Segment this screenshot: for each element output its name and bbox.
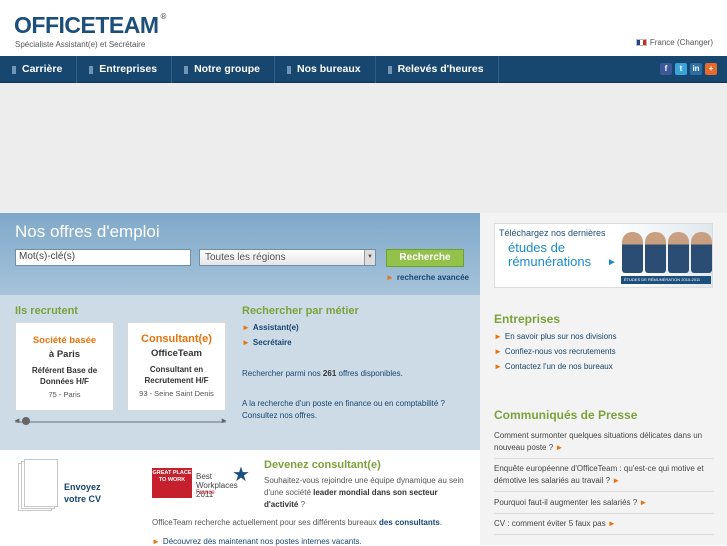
entreprises-title: Entreprises	[494, 312, 561, 326]
gptw-box: GREAT PLACE TO WORK	[152, 468, 192, 498]
nav-item-notre-groupe[interactable]: Notre groupe	[172, 56, 275, 83]
gptw-sub: France	[196, 490, 215, 496]
ad-line1: Téléchargez nos dernières	[499, 228, 606, 238]
share-icon[interactable]: +	[705, 63, 717, 75]
arrow-left-icon[interactable]: ◄	[13, 416, 21, 425]
arrow-right-icon: ►	[386, 273, 394, 282]
chevron-down-icon: ▼	[364, 250, 375, 265]
press-item[interactable]: CV : comment éviter 5 faux pas ►	[494, 518, 714, 535]
card-location: 93 - Seine Saint Denis	[139, 389, 214, 398]
france-flag-icon	[635, 39, 647, 46]
metier-link-secretaire[interactable]: ► Secrétaire	[242, 338, 292, 347]
nav-item-nos-bureaux[interactable]: Nos bureaux	[275, 56, 376, 83]
press-item[interactable]: Pourquoi faut-il augmenter les salariés …	[494, 497, 714, 514]
facebook-icon[interactable]: f	[660, 63, 672, 75]
header: OFFICETEAM ® Spécialiste Assistant(e) et …	[0, 0, 727, 56]
ad-people-photo	[622, 232, 712, 273]
slider-handle[interactable]	[22, 417, 30, 425]
consultant-recruit-text: OfficeTeam recherche actuellement pour s…	[152, 518, 443, 527]
card-job-title: Consultant en Recrutement H/F	[144, 365, 209, 385]
social-links: f t in +	[660, 63, 717, 75]
nav-item-carriere[interactable]: Carrière	[0, 56, 78, 83]
salary-study-ad[interactable]: Téléchargez nos dernières études de rému…	[480, 213, 727, 295]
recruiters-title: Ils recrutent	[15, 305, 78, 317]
ad-banner: Téléchargez nos dernières études de rému…	[494, 223, 713, 288]
country-label: France (Changer)	[649, 38, 713, 47]
card-company-sub: OfficeTeam	[150, 348, 203, 359]
arrow-right-icon[interactable]: ►	[220, 416, 228, 425]
send-cv-link[interactable]: Envoyez votre CV	[64, 481, 101, 505]
job-search-panel: Nos offres d'emploi Mot(s)-clé(s) Toutes…	[0, 213, 480, 295]
offer-count-text[interactable]: Rechercher parmi nos 261 offres disponib…	[242, 368, 403, 380]
dots-icon	[184, 65, 189, 74]
entreprises-link-bureaux[interactable]: ► Contactez l'un de nos bureaux	[494, 362, 613, 371]
twitter-icon[interactable]: t	[675, 63, 687, 75]
advanced-search-link[interactable]: ► recherche avancée	[386, 273, 469, 282]
dots-icon	[12, 65, 16, 74]
consultant-text: Souhaitez-vous rejoindre une équipe dyna…	[264, 476, 464, 509]
linkedin-icon[interactable]: in	[690, 63, 702, 75]
finance-link[interactable]: Consultez nos offres.	[242, 411, 317, 420]
nav-item-entreprises[interactable]: Entreprises	[77, 56, 173, 83]
press-item[interactable]: Comment surmonter quelques situations dé…	[494, 430, 714, 459]
consultant-title: Devenez consultant(e)	[264, 459, 381, 471]
presse-title: Communiqués de Presse	[494, 408, 638, 422]
carousel-slider[interactable]: ◄ ►	[13, 416, 228, 425]
dots-icon	[89, 65, 94, 74]
star-icon: ★	[232, 464, 250, 486]
search-title: Nos offres d'emploi	[15, 222, 160, 241]
country-selector[interactable]: France (Changer)	[635, 38, 713, 47]
press-item[interactable]: Enquête européenne d'OfficeTeam : qu'est…	[494, 463, 714, 492]
main-nav: Carrière Entreprises Notre groupe Nos bu…	[0, 56, 727, 83]
dots-icon	[387, 65, 392, 74]
entreprises-link-recrutements[interactable]: ► Confiez-nous vos recrutements	[494, 347, 616, 356]
entreprises-link-divisions[interactable]: ► En savoir plus sur nos divisions	[494, 332, 617, 341]
card-company: Société basée	[32, 335, 97, 346]
recruiter-card[interactable]: Consultant(e) OfficeTeam Consultant en R…	[127, 322, 226, 411]
card-location: 75 - Paris	[48, 390, 81, 399]
dots-icon	[286, 65, 291, 74]
banner-area	[0, 83, 727, 213]
metier-title: Rechercher par métier	[242, 305, 359, 317]
nav-item-releves-heures[interactable]: Relevés d'heures	[376, 56, 499, 83]
recruiter-card[interactable]: Société basée à Paris Référent Base de D…	[15, 322, 114, 411]
ad-strip: ÉTUDES DE RÉMUNÉRATION 2010-2011	[621, 276, 711, 284]
great-place-to-work-badge: GREAT PLACE TO WORK Best Workplaces 2011…	[152, 464, 252, 500]
officeteam-logo[interactable]: OFFICETEAM ®	[14, 12, 166, 39]
metier-link-assistant[interactable]: ► Assistant(e)	[242, 323, 299, 332]
card-job-title: Référent Base de Données H/F	[31, 366, 98, 386]
play-arrow-icon: ►	[607, 257, 617, 268]
tagline: Spécialiste Assistant(e) et Secrétaire	[15, 40, 146, 49]
card-company-sub: à Paris	[48, 349, 81, 360]
search-button[interactable]: Recherche	[386, 249, 464, 267]
cv-document-icon[interactable]	[18, 459, 58, 514]
ad-line3: rémunérations	[508, 254, 592, 269]
card-company: Consultant(e)	[141, 333, 212, 345]
keyword-input[interactable]: Mot(s)-clé(s)	[15, 249, 191, 266]
finance-text: A la recherche d'un poste en finance ou …	[242, 399, 445, 420]
ad-line2: études de	[508, 240, 566, 255]
region-select[interactable]: Toutes les régions ▼	[199, 249, 376, 266]
